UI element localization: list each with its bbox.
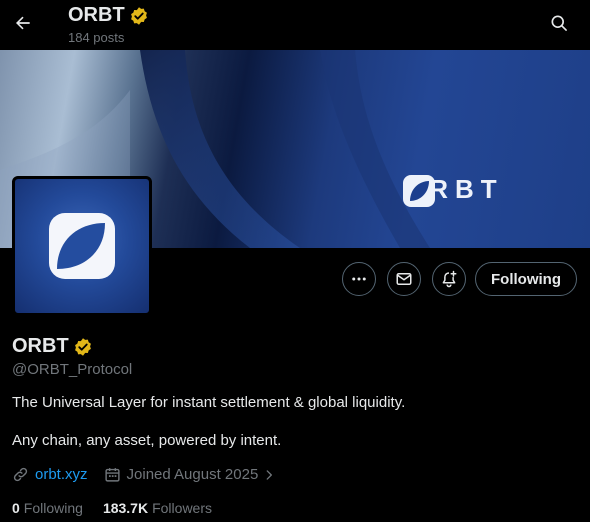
verified-badge-icon bbox=[74, 337, 91, 356]
search-button[interactable] bbox=[544, 8, 574, 38]
joined-text: Joined August 2025 bbox=[126, 466, 259, 483]
bio-line-1: The Universal Layer for instant settleme… bbox=[12, 394, 406, 411]
link-icon bbox=[13, 467, 28, 482]
website-link[interactable]: orbt.xyz bbox=[35, 466, 88, 483]
back-button[interactable] bbox=[8, 8, 38, 38]
more-button[interactable] bbox=[342, 262, 376, 296]
profile-handle: @ORBT_Protocol bbox=[12, 361, 133, 378]
profile-name-text: ORBT bbox=[12, 335, 69, 357]
orbt-logo-icon bbox=[49, 213, 115, 279]
arrow-left-icon bbox=[16, 16, 30, 30]
notify-button[interactable] bbox=[432, 262, 466, 296]
bell-plus-icon bbox=[442, 270, 457, 288]
message-button[interactable] bbox=[387, 262, 421, 296]
followers-label: Followers bbox=[152, 500, 212, 516]
profile-name: ORBT bbox=[12, 335, 93, 358]
header-name-text: ORBT bbox=[68, 4, 125, 26]
banner-brand: ORBT bbox=[402, 174, 504, 207]
follow-stats: 0 Following 183.7K Followers bbox=[12, 500, 212, 516]
profile-meta: orbt.xyz Joined August 2025 bbox=[12, 466, 276, 483]
more-icon bbox=[352, 277, 366, 281]
followers-count: 183.7K bbox=[102, 500, 149, 516]
followers-stat[interactable]: 183.7K Followers bbox=[103, 500, 212, 516]
avatar[interactable] bbox=[12, 176, 152, 316]
following-stat[interactable]: 0 Following bbox=[12, 500, 83, 516]
joined-date[interactable]: Joined August 2025 bbox=[104, 466, 277, 483]
chevron-right-icon bbox=[266, 469, 273, 480]
following-label: Following bbox=[23, 500, 83, 516]
top-bar: ORBT 184 posts bbox=[0, 0, 590, 50]
following-count: 0 bbox=[12, 500, 20, 516]
header-name: ORBT bbox=[68, 4, 149, 27]
bio-line-2: Any chain, any asset, powered by intent. bbox=[12, 432, 282, 449]
post-count: 184 posts bbox=[68, 30, 125, 45]
verified-badge-icon bbox=[130, 6, 147, 25]
following-button[interactable]: Following bbox=[475, 262, 577, 296]
calendar-icon bbox=[104, 468, 120, 482]
orbt-logo-icon bbox=[403, 175, 435, 207]
mail-icon bbox=[396, 273, 412, 285]
search-icon bbox=[551, 15, 567, 31]
